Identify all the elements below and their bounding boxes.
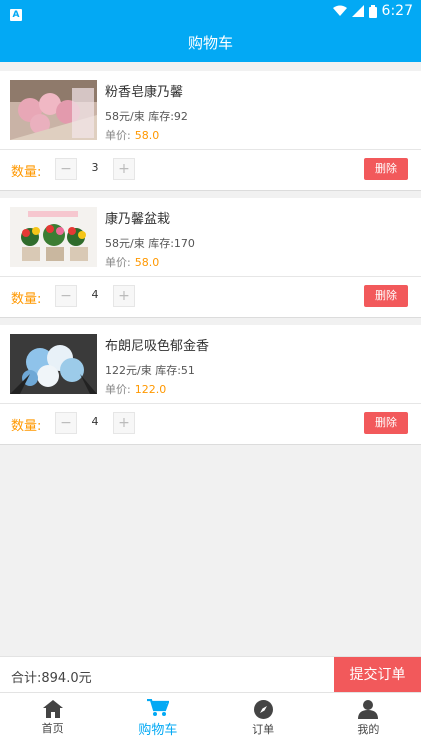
submit-order-button[interactable]: 提交订单 [334,657,421,693]
increase-quantity-button[interactable]: + [113,158,135,180]
delete-button[interactable]: 删除 [364,412,408,434]
unit-price-value: 122.0 [134,383,167,396]
nav-item-home[interactable]: 首页 [0,693,105,743]
cart-icon [146,698,169,716]
product-meta: 58元/束 库存:92 [105,110,188,123]
cart-list[interactable]: 粉香皂康乃馨 58元/束 库存:92 单价:58.0 数量: − 3 + 删除 [0,62,421,656]
nav-label: 订单 [252,722,275,736]
nav-item-cart[interactable]: 购物车 [105,693,210,743]
product-name: 粉香皂康乃馨 [105,85,184,100]
bottom-nav: 首页 购物车 订单 我的 [0,692,421,743]
checkout-bar: 合计:894.0元 提交订单 [0,656,421,693]
unit-price-label: 单价: [105,383,131,396]
home-icon [42,700,63,718]
product-thumbnail [10,80,97,140]
unit-price-value: 58.0 [134,256,160,269]
delete-button[interactable]: 删除 [364,158,408,180]
status-time: 6:27 [381,3,413,19]
product-name: 布朗尼吸色郁金香 [105,339,210,354]
person-icon [358,700,379,719]
nav-label: 购物车 [138,722,178,738]
signal-icon [351,5,364,17]
quantity-value: 3 [91,161,99,174]
cart-item: 布朗尼吸色郁金香 122元/束 库存:51 单价: 122.0 数量: − 4 +… [0,325,421,445]
increase-quantity-button[interactable]: + [113,412,135,434]
decrease-quantity-button[interactable]: − [55,285,77,307]
unit-price-row: 单价: 122.0 [105,381,166,397]
decrease-quantity-button[interactable]: − [55,158,77,180]
battery-icon [368,4,377,18]
cart-item: 粉香皂康乃馨 58元/束 库存:92 单价: 58.0 数量: − 3 + 删除 [0,71,421,191]
status-bar: A 6:27 [0,0,421,22]
product-thumbnail [10,334,97,394]
quantity-row: 数量: − 4 + 删除 [0,277,421,317]
quantity-row: 数量: − 4 + 删除 [0,404,421,444]
wifi-icon [332,5,347,16]
nav-item-profile[interactable]: 我的 [316,693,421,743]
nav-item-orders[interactable]: 订单 [211,693,316,743]
cart-item-info[interactable]: 粉香皂康乃馨 58元/束 库存:92 单价: 58.0 [0,71,421,150]
unit-price-label: 单价: [105,129,131,142]
quantity-label: 数量: [11,165,42,180]
quantity-value: 4 [91,288,99,301]
product-name: 康乃馨盆栽 [105,212,171,227]
total-amount: 合计:894.0元 [11,671,92,686]
increase-quantity-button[interactable]: + [113,285,135,307]
unit-price-row: 单价: 58.0 [105,254,159,270]
app-notification-icon: A [10,8,22,21]
cart-item-info[interactable]: 布朗尼吸色郁金香 122元/束 库存:51 单价: 122.0 [0,325,421,404]
nav-label: 首页 [41,722,64,735]
delete-button[interactable]: 删除 [364,285,408,307]
product-meta: 122元/束 库存:51 [105,364,195,377]
nav-label: 我的 [357,723,380,736]
unit-price-row: 单价: 58.0 [105,127,159,143]
quantity-value: 4 [91,415,99,428]
product-thumbnail [10,207,97,267]
page-title: 购物车 [187,33,233,52]
decrease-quantity-button[interactable]: − [55,412,77,434]
quantity-label: 数量: [11,419,42,434]
unit-price-value: 58.0 [134,129,160,142]
compass-icon [253,699,273,719]
product-meta: 58元/束 库存:170 [105,237,195,250]
cart-item: 康乃馨盆栽 58元/束 库存:170 单价: 58.0 数量: − 4 + 删除 [0,198,421,318]
app-bar: 购物车 [0,22,421,62]
cart-item-info[interactable]: 康乃馨盆栽 58元/束 库存:170 单价: 58.0 [0,198,421,277]
quantity-label: 数量: [11,292,42,307]
unit-price-label: 单价: [105,256,131,269]
quantity-row: 数量: − 3 + 删除 [0,150,421,190]
